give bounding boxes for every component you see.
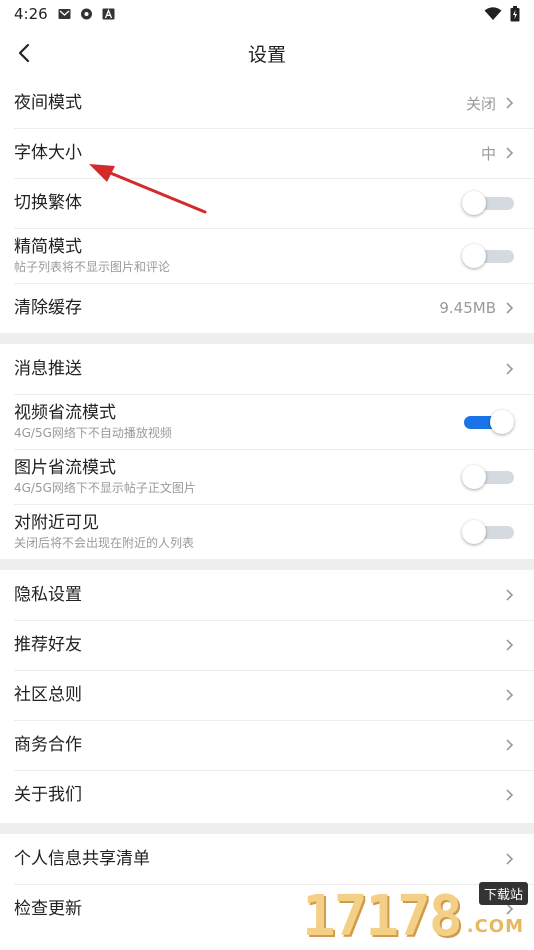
- nearby-visible-description: 关闭后将不会出现在附近的人列表: [14, 536, 195, 550]
- chevron-right-icon: [506, 853, 514, 865]
- chevron-right-icon: [506, 147, 514, 159]
- annotation-arrow-icon: [89, 164, 207, 214]
- a-notification-icon: [102, 8, 115, 20]
- chevron-right-icon: [506, 739, 514, 751]
- nearby-visible-row: 对附近可见 关闭后将不会出现在附近的人列表: [0, 504, 534, 559]
- watermark-domain: .COM: [466, 916, 524, 937]
- chevron-right-icon: [506, 97, 514, 109]
- section-separator: [0, 559, 534, 570]
- mail-icon: [58, 9, 71, 19]
- status-right: [484, 6, 520, 22]
- push-notification-label: 消息推送: [14, 358, 82, 379]
- chevron-right-icon: [506, 363, 514, 375]
- status-time: 4:26: [14, 5, 48, 23]
- image-data-saver-description: 4G/5G网络下不显示帖子正文图片: [14, 481, 196, 495]
- wifi-icon: [484, 7, 502, 20]
- app-notification-icon: [80, 8, 92, 20]
- cache-size-value: 9.45MB: [439, 299, 496, 317]
- lite-mode-row: 精简模式 帖子列表将不显示图片和评论: [0, 228, 534, 283]
- business-cooperation-row[interactable]: 商务合作: [0, 720, 534, 770]
- section-separator: [0, 333, 534, 344]
- image-data-saver-row: 图片省流模式 4G/5G网络下不显示帖子正文图片: [0, 449, 534, 504]
- video-data-saver-row: 视频省流模式 4G/5G网络下不自动播放视频: [0, 394, 534, 449]
- nearby-visible-toggle[interactable]: [462, 519, 514, 544]
- status-bar: 4:26: [0, 0, 534, 28]
- nearby-visible-label: 对附近可见: [14, 513, 99, 533]
- settings-group-about: 隐私设置 推荐好友 社区总则 商务合作 关于我们: [0, 570, 534, 820]
- clear-cache-label: 清除缓存: [14, 297, 82, 318]
- recommend-friends-label: 推荐好友: [14, 634, 82, 655]
- personal-info-sharing-label: 个人信息共享清单: [14, 848, 150, 869]
- community-rules-row[interactable]: 社区总则: [0, 670, 534, 720]
- image-data-saver-toggle[interactable]: [462, 464, 514, 489]
- image-data-saver-label: 图片省流模式: [14, 458, 116, 478]
- traditional-chinese-row: 切换繁体: [0, 178, 534, 228]
- privacy-settings-row[interactable]: 隐私设置: [0, 570, 534, 620]
- settings-group-network: 消息推送 视频省流模式 4G/5G网络下不自动播放视频 图片省流模式 4G/5G…: [0, 344, 534, 559]
- chevron-right-icon: [506, 789, 514, 801]
- battery-icon: [510, 6, 520, 22]
- night-mode-label: 夜间模式: [14, 92, 82, 113]
- clear-cache-row[interactable]: 清除缓存 9.45MB: [0, 283, 534, 333]
- about-us-row[interactable]: 关于我们: [0, 770, 534, 820]
- watermark-digits: 17178: [302, 884, 463, 949]
- font-size-value: 中: [480, 144, 496, 163]
- lite-mode-label: 精简模式: [14, 237, 82, 257]
- privacy-settings-label: 隐私设置: [14, 584, 82, 605]
- night-mode-value: 关闭: [465, 94, 496, 113]
- traditional-chinese-toggle[interactable]: [462, 191, 514, 215]
- traditional-chinese-label: 切换繁体: [14, 192, 82, 213]
- chevron-right-icon: [506, 302, 514, 314]
- video-data-saver-toggle[interactable]: [462, 409, 514, 434]
- font-size-label: 字体大小: [14, 142, 82, 163]
- about-us-label: 关于我们: [14, 784, 82, 805]
- business-cooperation-label: 商务合作: [14, 734, 82, 755]
- back-arrow-icon[interactable]: [12, 40, 38, 66]
- watermark-logo: 17178 下载站 .COM: [302, 876, 528, 949]
- watermark-tag: 下载站: [478, 882, 528, 905]
- chevron-right-icon: [506, 639, 514, 651]
- font-size-row[interactable]: 字体大小 中: [0, 128, 534, 178]
- lite-mode-toggle[interactable]: [462, 243, 514, 268]
- nav-bar: 设置: [0, 28, 534, 78]
- chevron-right-icon: [506, 589, 514, 601]
- video-data-saver-label: 视频省流模式: [14, 403, 116, 423]
- video-data-saver-description: 4G/5G网络下不自动播放视频: [14, 426, 172, 440]
- lite-mode-description: 帖子列表将不显示图片和评论: [14, 260, 171, 274]
- page-title: 设置: [247, 43, 286, 66]
- push-notification-row[interactable]: 消息推送: [0, 344, 534, 394]
- recommend-friends-row[interactable]: 推荐好友: [0, 620, 534, 670]
- chevron-right-icon: [506, 689, 514, 701]
- night-mode-row[interactable]: 夜间模式 关闭: [0, 78, 534, 128]
- check-update-label: 检查更新: [14, 898, 82, 919]
- section-separator: [0, 823, 534, 834]
- community-rules-label: 社区总则: [14, 684, 82, 705]
- settings-group-display: 夜间模式 关闭 字体大小 中 切换繁体 精简模式 帖子列表将不显示图片和评论 清…: [0, 78, 534, 333]
